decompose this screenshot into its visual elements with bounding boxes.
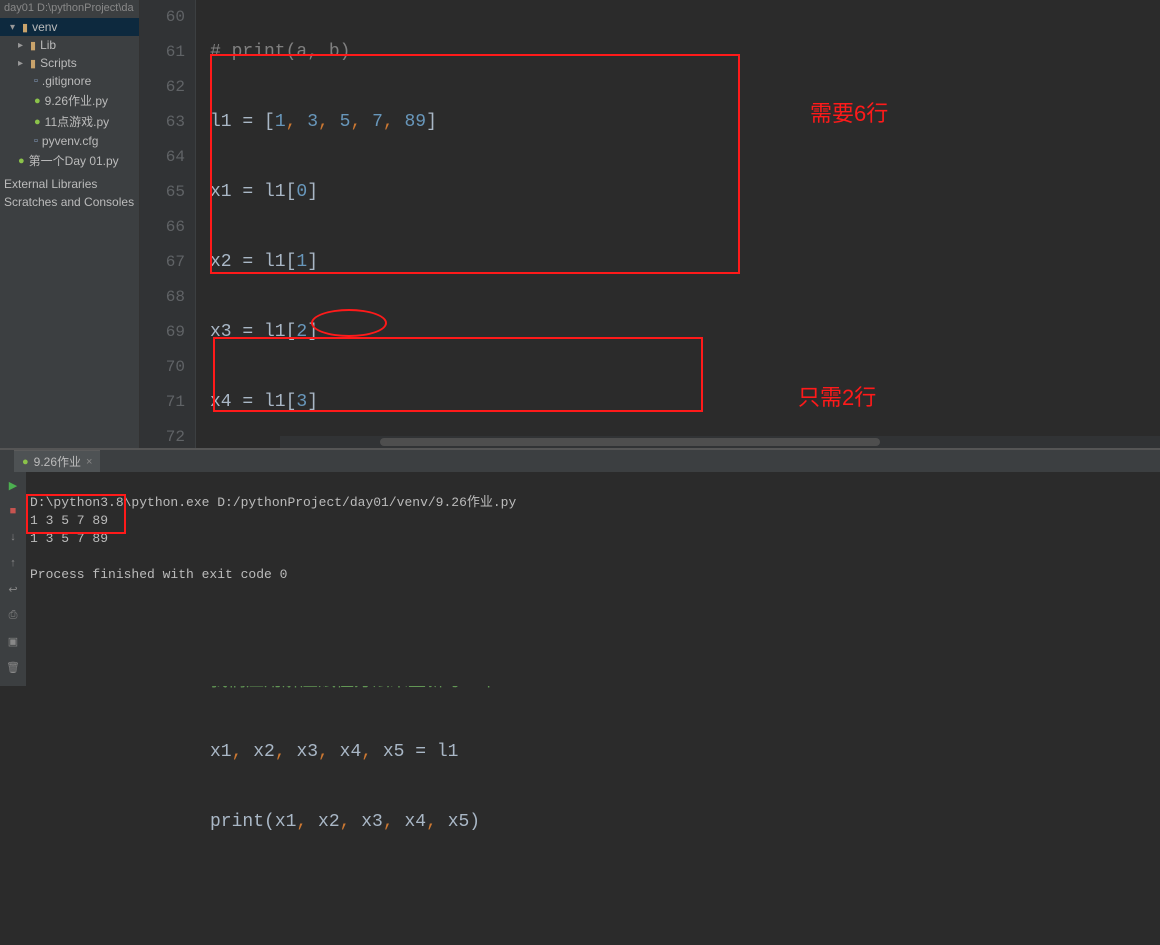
code-line[interactable]: l1 = [1, 3, 5, 7, 89] bbox=[210, 105, 1160, 140]
chevron-right-icon[interactable]: ▸ bbox=[18, 58, 26, 69]
tree-label: .gitignore bbox=[42, 74, 91, 88]
debug-button[interactable]: ▣ bbox=[4, 632, 22, 650]
tree-folder-venv[interactable]: ▾ ▮ venv bbox=[0, 18, 139, 36]
print-button[interactable]: ⎙ bbox=[4, 606, 22, 624]
scroll-down-button[interactable]: ↓ bbox=[4, 528, 22, 546]
project-sidebar: day01 D:\pythonProject\da ▾ ▮ venv ▸ ▮ L… bbox=[0, 0, 140, 448]
annotation-text-need2: 只需2行 bbox=[798, 380, 876, 412]
tree-label: 9.26作业.py bbox=[45, 92, 108, 109]
folder-icon: ▮ bbox=[30, 39, 36, 52]
python-file-icon: ● bbox=[34, 95, 41, 107]
file-icon: ▫ bbox=[34, 75, 38, 87]
console-out-line: 1 3 5 7 89 bbox=[30, 513, 108, 528]
line-number: 67 bbox=[140, 245, 185, 280]
line-number: 60 bbox=[140, 0, 185, 35]
code-line[interactable]: x4 = l1[3] bbox=[210, 385, 1160, 420]
line-number: 68 bbox=[140, 280, 185, 315]
line-number: 65 bbox=[140, 175, 185, 210]
tree-label: 11点游戏.py bbox=[45, 113, 109, 130]
run-tool-strip: ▶ ■ ↓ ↑ ↩ ⎙ ▣ 🗑 bbox=[0, 472, 26, 686]
run-tool-window: ● 9.26作业 × ▶ ■ ↓ ↑ ↩ ⎙ ▣ 🗑 D:\python3.8\… bbox=[0, 450, 1160, 686]
line-number: 69 bbox=[140, 315, 185, 350]
code-line[interactable]: # print(a, b) bbox=[210, 35, 1160, 70]
code-line[interactable]: x3 = l1[2] bbox=[210, 315, 1160, 350]
tree-label: pyvenv.cfg bbox=[42, 134, 98, 148]
tree-label: Lib bbox=[40, 38, 56, 52]
line-number: 61 bbox=[140, 35, 185, 70]
console-output[interactable]: D:\python3.8\python.exe D:/pythonProject… bbox=[26, 472, 1160, 686]
code-line[interactable]: print(x1, x2, x3, x4, x5) bbox=[210, 805, 1160, 840]
code-line[interactable]: x2 = l1[1] bbox=[210, 245, 1160, 280]
code-line[interactable]: x1, x2, x3, x4, x5 = l1 bbox=[210, 735, 1160, 770]
line-number: 66 bbox=[140, 210, 185, 245]
line-gutter: 60 61 62 63 64 65 66 67 68 69 70 71 72 bbox=[140, 0, 196, 448]
annotation-text-need6: 需要6行 bbox=[810, 96, 888, 128]
project-header: day01 D:\pythonProject\da bbox=[0, 0, 139, 16]
run-tab-label: 9.26作业 bbox=[34, 453, 81, 470]
tree-file-day01[interactable]: ● 第一个Day 01.py bbox=[0, 150, 139, 171]
console-exit: Process finished with exit code 0 bbox=[30, 567, 287, 582]
python-file-icon: ● bbox=[34, 116, 41, 128]
tree-file-gitignore[interactable]: ▫ .gitignore bbox=[0, 72, 139, 90]
code-content[interactable]: # print(a, b) l1 = [1, 3, 5, 7, 89] x1 =… bbox=[196, 0, 1160, 448]
tree-label: Scripts bbox=[40, 56, 77, 70]
line-number: 63 bbox=[140, 105, 185, 140]
stop-button[interactable]: ■ bbox=[4, 502, 22, 520]
tree-folder-lib[interactable]: ▸ ▮ Lib bbox=[0, 36, 139, 54]
run-tab-bar: ● 9.26作业 × bbox=[0, 450, 1160, 472]
horizontal-scrollbar[interactable] bbox=[280, 436, 1160, 448]
python-file-icon: ● bbox=[22, 456, 29, 468]
softwrap-button[interactable]: ↩ bbox=[4, 580, 22, 598]
clear-button[interactable]: 🗑 bbox=[4, 658, 22, 676]
project-tree: ▾ ▮ venv ▸ ▮ Lib ▸ ▮ Scripts ▫ .gitignor… bbox=[0, 16, 139, 175]
chevron-right-icon[interactable]: ▸ bbox=[18, 40, 26, 51]
chevron-down-icon[interactable]: ▾ bbox=[10, 22, 18, 33]
line-number: 71 bbox=[140, 385, 185, 420]
tree-file-game[interactable]: ● 11点游戏.py bbox=[0, 111, 139, 132]
code-editor[interactable]: 60 61 62 63 64 65 66 67 68 69 70 71 72 #… bbox=[140, 0, 1160, 448]
scratches-consoles[interactable]: Scratches and Consoles bbox=[0, 193, 139, 211]
scroll-up-button[interactable]: ↑ bbox=[4, 554, 22, 572]
console-out-line: 1 3 5 7 89 bbox=[30, 531, 108, 546]
close-icon[interactable]: × bbox=[86, 456, 92, 468]
external-libraries[interactable]: External Libraries bbox=[0, 175, 139, 193]
tree-file-homework[interactable]: ● 9.26作业.py bbox=[0, 90, 139, 111]
tree-label: venv bbox=[32, 20, 57, 34]
line-number: 70 bbox=[140, 350, 185, 385]
folder-icon: ▮ bbox=[30, 57, 36, 70]
line-number: 64 bbox=[140, 140, 185, 175]
console-cmd: D:\python3.8\python.exe D:/pythonProject… bbox=[30, 495, 516, 510]
line-number: 62 bbox=[140, 70, 185, 105]
file-icon: ▫ bbox=[34, 135, 38, 147]
tree-folder-scripts[interactable]: ▸ ▮ Scripts bbox=[0, 54, 139, 72]
python-file-icon: ● bbox=[18, 155, 25, 167]
tree-file-pyvenv[interactable]: ▫ pyvenv.cfg bbox=[0, 132, 139, 150]
code-line[interactable]: x1 = l1[0] bbox=[210, 175, 1160, 210]
rerun-button[interactable]: ▶ bbox=[4, 476, 22, 494]
scroll-thumb[interactable] bbox=[380, 438, 880, 446]
folder-icon: ▮ bbox=[22, 21, 28, 34]
tree-label: 第一个Day 01.py bbox=[29, 152, 119, 169]
run-tab[interactable]: ● 9.26作业 × bbox=[14, 450, 100, 472]
